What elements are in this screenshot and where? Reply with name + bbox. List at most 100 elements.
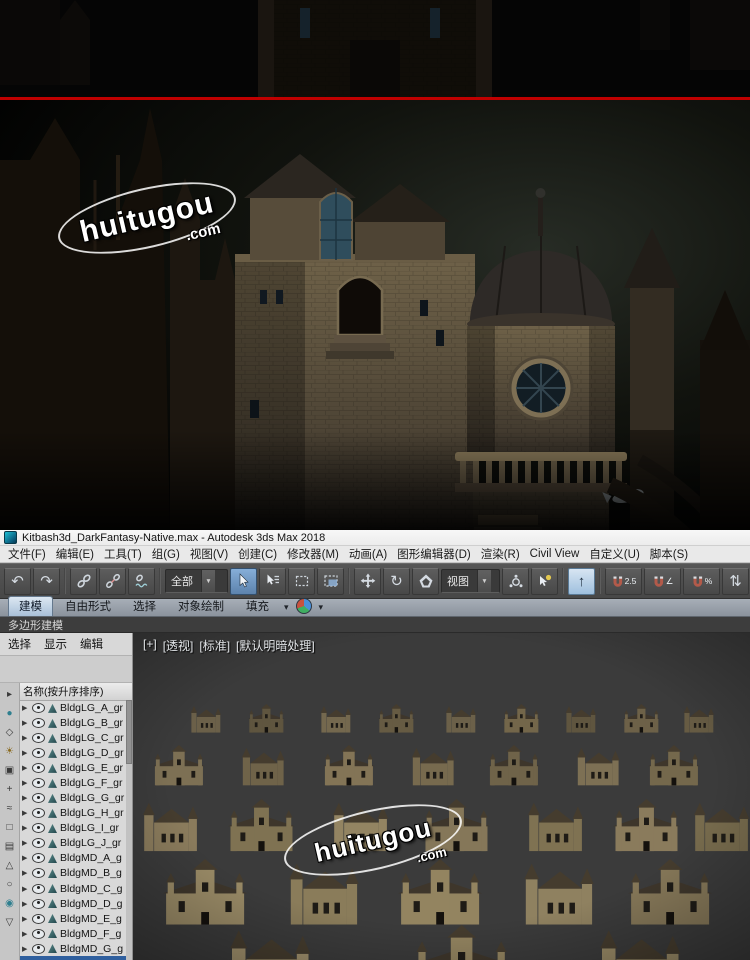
expand-arrow-icon[interactable]: ▶ xyxy=(22,945,29,953)
polygon-modeling-panel-tab[interactable]: 多边形建模 xyxy=(8,617,63,633)
visibility-eye-icon[interactable] xyxy=(32,778,45,789)
angle-snap-button[interactable]: ∠ xyxy=(644,567,681,595)
expand-arrow-icon[interactable]: ▶ xyxy=(22,794,29,802)
scene-object-row[interactable]: ▶ BldgLG_I_gr xyxy=(20,820,132,836)
menu-file[interactable]: 文件(F) xyxy=(8,546,46,562)
menu-civil-view[interactable]: Civil View xyxy=(530,548,580,560)
visibility-eye-icon[interactable] xyxy=(32,928,45,939)
helpers-filter-icon[interactable]: + xyxy=(1,780,19,798)
visibility-eye-icon[interactable] xyxy=(32,793,45,804)
expand-arrow-icon[interactable]: ▶ xyxy=(22,824,29,832)
scene-menu-edit[interactable]: 编辑 xyxy=(80,636,103,652)
select-and-rotate-button[interactable]: ↻ xyxy=(383,567,410,595)
visibility-eye-icon[interactable] xyxy=(32,913,45,924)
menu-views[interactable]: 视图(V) xyxy=(190,546,228,562)
percent-snap-button[interactable]: % xyxy=(683,567,720,595)
scene-object-row[interactable]: ▶ BldgLG_F_gr xyxy=(20,775,132,791)
bones-filter-icon[interactable]: △ xyxy=(1,856,19,874)
groups-filter-icon[interactable]: □ xyxy=(1,818,19,836)
ribbon-tab-selection[interactable]: 选择 xyxy=(123,597,166,616)
visibility-eye-icon[interactable] xyxy=(32,838,45,849)
geometry-filter-icon[interactable]: ● xyxy=(1,704,19,722)
scene-object-row[interactable]: ▶ BldgMD_F_g xyxy=(20,926,132,942)
scene-object-row[interactable]: ▶ BldgMD_C_g xyxy=(20,881,132,897)
visibility-eye-icon[interactable] xyxy=(32,808,45,819)
selection-region-button[interactable] xyxy=(288,567,315,595)
select-and-move-button[interactable] xyxy=(354,567,381,595)
scene-object-row[interactable]: ▶ BldgMD_A_g xyxy=(20,850,132,866)
menu-scripting[interactable]: 脚本(S) xyxy=(650,546,688,562)
title-bar[interactable]: Kitbash3d_DarkFantasy-Native.max - Autod… xyxy=(0,530,750,546)
selection-filter-dropdown[interactable]: 全部 ▼ xyxy=(165,569,228,593)
scene-object-row[interactable]: ▶ BldgLG_E_gr xyxy=(20,760,132,776)
unlink-selection-button[interactable] xyxy=(99,567,126,595)
expand-arrow-icon[interactable]: ▶ xyxy=(22,779,29,787)
menu-tools[interactable]: 工具(T) xyxy=(104,546,142,562)
expand-arrow-icon[interactable]: ▶ xyxy=(22,930,29,938)
expand-arrow-icon[interactable]: ▶ xyxy=(22,885,29,893)
keyboard-override-button[interactable]: ↑ xyxy=(568,567,595,595)
scene-menu-select[interactable]: 选择 xyxy=(8,636,31,652)
scene-object-row[interactable]: ▶ BldgMD_D_g xyxy=(20,896,132,912)
redo-button[interactable]: ↷ xyxy=(33,567,60,595)
misc-filter-icon[interactable]: ▽ xyxy=(1,913,19,931)
window-crossing-button[interactable] xyxy=(317,567,344,595)
select-by-name-button[interactable] xyxy=(259,567,286,595)
scene-object-row[interactable]: ▶ BldgLG_J_gr xyxy=(20,835,132,851)
ribbon-minimize-caret-icon[interactable]: ▾ xyxy=(281,602,292,616)
spinner-snap-button[interactable]: ⇅ xyxy=(722,567,749,595)
scene-object-row[interactable]: ▶ BldgLG_A_gr xyxy=(20,700,132,716)
bind-to-spacewarp-button[interactable] xyxy=(128,567,155,595)
scene-object-row[interactable]: ▶ BldgMD_G_g xyxy=(20,941,132,957)
visibility-eye-icon[interactable] xyxy=(32,853,45,864)
ribbon-config-caret-icon[interactable]: ▾ xyxy=(316,602,327,616)
scene-object-row[interactable]: ▶ BldgMD_E_g xyxy=(20,911,132,927)
viewport-menu-shading[interactable]: [默认明暗处理] xyxy=(236,637,315,654)
xref-filter-icon[interactable]: ▤ xyxy=(1,837,19,855)
scene-object-row[interactable]: ▶ BldgLG_C_gr xyxy=(20,730,132,746)
ribbon-tab-populate[interactable]: 填充 xyxy=(236,597,279,616)
menu-animation[interactable]: 动画(A) xyxy=(349,546,387,562)
reference-coordinate-dropdown[interactable]: 视图 ▼ xyxy=(441,569,500,593)
menu-customize[interactable]: 自定义(U) xyxy=(589,546,639,562)
select-and-link-button[interactable] xyxy=(70,567,97,595)
viewport-menu-pov[interactable]: [透视] xyxy=(163,637,194,654)
expand-arrow-icon[interactable]: ▶ xyxy=(22,749,29,757)
menu-edit[interactable]: 编辑(E) xyxy=(56,546,94,562)
menu-create[interactable]: 创建(C) xyxy=(238,546,277,562)
menu-rendering[interactable]: 渲染(R) xyxy=(481,546,520,562)
ribbon-tab-object-paint[interactable]: 对象绘制 xyxy=(168,597,234,616)
menu-group[interactable]: 组(G) xyxy=(152,546,180,562)
viewport-menu-standard[interactable]: [标准] xyxy=(199,637,230,654)
visibility-eye-icon[interactable] xyxy=(32,763,45,774)
ribbon-config-icon[interactable] xyxy=(295,598,312,614)
select-and-manipulate-button[interactable] xyxy=(531,567,558,595)
visibility-eye-icon[interactable] xyxy=(32,898,45,909)
ribbon-tab-modeling[interactable]: 建模 xyxy=(8,596,53,616)
expand-arrow-icon[interactable]: ▶ xyxy=(22,854,29,862)
menu-graph-editors[interactable]: 图形编辑器(D) xyxy=(397,546,470,562)
materials-filter-icon[interactable]: ◉ xyxy=(1,894,19,912)
use-pivot-center-button[interactable] xyxy=(502,567,529,595)
viewport-canvas[interactable]: [+] [透视] [标准] [默认明暗处理] huitugou .com xyxy=(133,633,750,960)
expand-arrow-icon[interactable]: ▶ xyxy=(22,915,29,923)
scene-list-scrollbar[interactable] xyxy=(126,700,132,960)
ribbon-tab-freeform[interactable]: 自由形式 xyxy=(55,597,121,616)
spacewarps-filter-icon[interactable]: ≈ xyxy=(1,799,19,817)
visibility-eye-icon[interactable] xyxy=(32,748,45,759)
select-cursor-icon[interactable]: ▸ xyxy=(1,685,19,703)
select-and-scale-button[interactable] xyxy=(412,567,439,595)
snaps-toggle-button[interactable]: 2.5 xyxy=(605,567,642,595)
menu-modifiers[interactable]: 修改器(M) xyxy=(287,546,339,562)
expand-arrow-icon[interactable]: ▶ xyxy=(22,809,29,817)
name-column-header[interactable]: 名称(按升序排序) xyxy=(20,683,132,701)
expand-arrow-icon[interactable]: ▶ xyxy=(22,764,29,772)
select-object-button[interactable] xyxy=(230,567,257,595)
visibility-eye-icon[interactable] xyxy=(32,883,45,894)
expand-arrow-icon[interactable]: ▶ xyxy=(22,719,29,727)
containers-filter-icon[interactable]: ○ xyxy=(1,875,19,893)
visibility-eye-icon[interactable] xyxy=(32,703,45,714)
undo-button[interactable]: ↶ xyxy=(4,567,31,595)
expand-arrow-icon[interactable]: ▶ xyxy=(22,704,29,712)
cameras-filter-icon[interactable]: ▣ xyxy=(1,761,19,779)
